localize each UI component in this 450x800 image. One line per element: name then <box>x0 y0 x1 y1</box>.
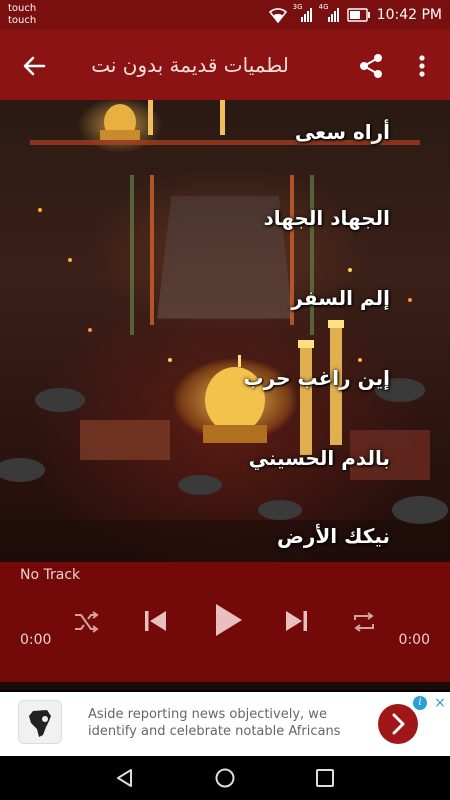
nav-home-button[interactable] <box>214 767 236 789</box>
track-title: No Track <box>20 567 81 583</box>
lyric-line: أراه سعى <box>294 120 390 144</box>
ad-text: Aside reporting news objectively, we ide… <box>88 707 341 739</box>
signal-icon <box>300 8 312 22</box>
lyric-line: الجهاد الجهاد <box>263 206 390 230</box>
notification-text: touch <box>8 3 37 14</box>
africa-map-logo <box>29 710 51 737</box>
skip-next-icon <box>286 611 307 631</box>
lyric-line: نيكك الأرض <box>276 524 390 548</box>
notification-text: touch <box>8 15 37 26</box>
status-bar: touch touch 3G 4G 10:42 PM <box>0 0 450 30</box>
clock: 10:42 PM <box>376 7 442 23</box>
app-bar: لطميات قديمة بدون نت <box>0 30 450 100</box>
more-vertical-icon <box>419 55 425 77</box>
share-icon <box>360 54 382 78</box>
battery-icon <box>346 8 370 22</box>
previous-button[interactable] <box>140 606 170 636</box>
nav-recents-button[interactable] <box>314 767 336 789</box>
square-recents-icon <box>316 769 334 787</box>
nav-back-button[interactable] <box>114 767 136 789</box>
wifi-icon <box>268 8 287 23</box>
shuffle-button[interactable] <box>72 608 100 636</box>
screen: touch touch 3G 4G 10:42 PM لطميات قديمة … <box>0 0 450 800</box>
elapsed-time: 0:00 <box>20 632 52 648</box>
repeat-icon <box>354 612 374 632</box>
media-player: No Track 0:00 0:00 <box>0 562 450 682</box>
ad-close-icon[interactable]: × <box>432 695 448 711</box>
chevron-right-icon <box>392 713 405 735</box>
status-notifications: touch touch <box>8 3 36 27</box>
ad-banner[interactable]: Aside reporting news objectively, we ide… <box>0 692 450 756</box>
next-button[interactable] <box>282 606 312 636</box>
ad-cta-button[interactable] <box>378 704 418 744</box>
ad-logo <box>18 700 62 744</box>
repeat-button[interactable] <box>350 608 378 636</box>
ad-info-icon[interactable]: i <box>413 696 427 710</box>
shuffle-icon <box>75 611 99 633</box>
circle-home-icon <box>215 768 235 788</box>
signal-icon <box>327 8 339 22</box>
lyric-line: بالدم الحسيني <box>248 446 390 470</box>
status-icons: 3G 4G 10:42 PM <box>268 3 442 25</box>
system-nav-bar <box>0 756 450 800</box>
lyric-line: إلم السفر <box>291 286 390 310</box>
app-title: لطميات قديمة بدون نت <box>91 53 289 77</box>
signal-4g: 4G <box>319 3 341 23</box>
back-button[interactable] <box>18 50 50 82</box>
arrow-back-icon <box>23 56 46 76</box>
play-icon <box>216 604 242 636</box>
total-duration: 0:00 <box>398 632 430 648</box>
triangle-back-icon <box>117 769 132 787</box>
play-button[interactable] <box>210 600 246 640</box>
share-button[interactable] <box>355 50 387 82</box>
skip-previous-icon <box>145 611 166 631</box>
signal-3g: 3G <box>293 3 313 23</box>
more-options-button[interactable] <box>410 50 434 82</box>
lyric-line: إين راغب حرب <box>243 366 390 390</box>
